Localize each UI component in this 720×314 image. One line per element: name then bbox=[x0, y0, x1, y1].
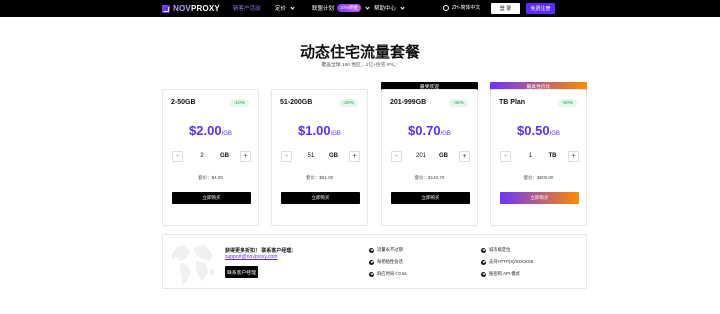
register-button[interactable]: 免费注册 bbox=[526, 3, 555, 14]
chevron-down-icon bbox=[290, 4, 295, 10]
plan-card: TB Plan -50% $0.50/GB - 1 TB + 套价：$500.00… bbox=[490, 89, 587, 226]
login-button[interactable]: 登 录 bbox=[491, 3, 520, 14]
plan-name: 201-999GB bbox=[390, 99, 427, 106]
plan-price: $2.00/GB bbox=[189, 123, 232, 138]
check-circle-icon bbox=[481, 271, 486, 277]
nav-link-pricing[interactable]: 定价 bbox=[275, 4, 295, 12]
decrement-button[interactable]: - bbox=[172, 150, 183, 162]
quantity-stepper: - 201 GB + bbox=[391, 150, 470, 162]
increment-button[interactable]: + bbox=[459, 150, 470, 162]
nav-link-help[interactable]: 帮助中心 bbox=[374, 4, 405, 12]
language-label: ZH-简体中文 bbox=[452, 5, 481, 11]
globe-icon bbox=[443, 4, 449, 11]
quantity-field[interactable]: 1 TB bbox=[523, 153, 557, 159]
plan-name: 51-200GB bbox=[280, 99, 313, 106]
check-circle-icon bbox=[369, 247, 374, 253]
contact-panel: 获得更多折扣！ 联系客户经理： support@novproxy.com 联系客… bbox=[162, 234, 587, 289]
decrement-button[interactable]: - bbox=[500, 150, 511, 162]
plan-name: TB Plan bbox=[499, 99, 526, 106]
chevron-down-icon bbox=[400, 4, 405, 10]
increment-button[interactable]: + bbox=[240, 150, 251, 162]
check-circle-icon bbox=[481, 247, 486, 253]
check-circle-icon bbox=[369, 259, 374, 265]
discount-badge: -20% bbox=[338, 99, 358, 107]
quantity-field[interactable]: 201 GB bbox=[413, 153, 448, 159]
discount-badge: -45% bbox=[448, 99, 468, 107]
page-subtitle: 覆盖全球 190 地区，1亿+住宅 IPs。 bbox=[321, 63, 399, 68]
quantity-stepper: - 2 GB + bbox=[172, 150, 251, 162]
total-price: 套价：$4.00 bbox=[198, 175, 223, 180]
total-price: 套价：$140.70 bbox=[414, 175, 445, 180]
feature-item: 城市级定位 bbox=[481, 247, 510, 253]
contact-title: 获得更多折扣！ 联系客户经理： bbox=[225, 248, 297, 254]
total-price: 套价：$500.00 bbox=[523, 175, 554, 180]
discount-badge: -50% bbox=[557, 99, 577, 107]
quantity-field[interactable]: 51 GB bbox=[303, 153, 338, 159]
top-nav: NOVPROXY 新客户活动 定价 联盟计划 10%佣金 帮助中心 ZH-简体中文… bbox=[0, 0, 720, 17]
check-circle-icon bbox=[481, 259, 486, 265]
feature-item: 流量永不过期 bbox=[369, 247, 403, 253]
buy-now-button[interactable]: 立即购买 bbox=[172, 192, 251, 204]
discount-badge: -10% bbox=[229, 99, 249, 107]
plan-card: 2-50GB -10% $2.00/GB - 2 GB + 套价：$4.00 立即… bbox=[162, 89, 259, 226]
globe-map-illustration bbox=[170, 245, 215, 285]
feature-item: 响应时间＜0.5s bbox=[369, 271, 407, 277]
plan-name: 2-50GB bbox=[171, 99, 196, 106]
plan-card: 51-200GB -20% $1.00/GB - 51 GB + 套价：$51.0… bbox=[271, 89, 368, 226]
quantity-stepper: - 1 TB + bbox=[500, 150, 579, 162]
plan-price: $1.00/GB bbox=[298, 123, 341, 138]
quantity-field[interactable]: 2 GB bbox=[194, 153, 229, 159]
buy-now-button[interactable]: 立即购买 bbox=[391, 192, 470, 204]
feature-item: 账密和 API 模式 bbox=[481, 271, 520, 277]
contact-email-link[interactable]: support@novproxy.com bbox=[225, 254, 278, 260]
chevron-down-icon bbox=[365, 4, 370, 10]
check-circle-icon bbox=[369, 271, 374, 277]
increment-button[interactable]: + bbox=[349, 150, 360, 162]
decrement-button[interactable]: - bbox=[391, 150, 402, 162]
language-selector[interactable]: ZH-简体中文 bbox=[443, 4, 480, 11]
logo[interactable]: NOVPROXY bbox=[162, 4, 220, 13]
commission-badge: 10%佣金 bbox=[337, 4, 362, 12]
nav-link-new-customer[interactable]: 新客户活动 bbox=[233, 4, 261, 12]
feature-item: 每把粘性会话 bbox=[369, 259, 403, 265]
page-title: 动态住宅流量套餐 bbox=[299, 44, 420, 61]
buy-now-button[interactable]: 立即购买 bbox=[281, 192, 360, 204]
total-price: 套价：$51.00 bbox=[305, 175, 334, 180]
logo-text: NOVPROXY bbox=[173, 4, 220, 13]
increment-button[interactable]: + bbox=[568, 150, 579, 162]
logo-icon bbox=[162, 4, 170, 13]
nav-link-affiliate[interactable]: 联盟计划 10%佣金 bbox=[312, 4, 370, 12]
plan-price: $0.50/GB bbox=[517, 123, 560, 138]
feature-item: 支持HTTP(S)/SOCKS5 bbox=[481, 259, 533, 265]
plan-price: $0.70/GB bbox=[408, 123, 451, 138]
buy-now-button[interactable]: 立即购买 bbox=[500, 192, 579, 204]
quantity-stepper: - 51 GB + bbox=[281, 150, 360, 162]
contact-manager-button[interactable]: 联系客户经理 bbox=[225, 266, 258, 278]
plan-card: 201-999GB -45% $0.70/GB - 201 GB + 套价：$14… bbox=[381, 89, 478, 226]
decrement-button[interactable]: - bbox=[281, 150, 292, 162]
